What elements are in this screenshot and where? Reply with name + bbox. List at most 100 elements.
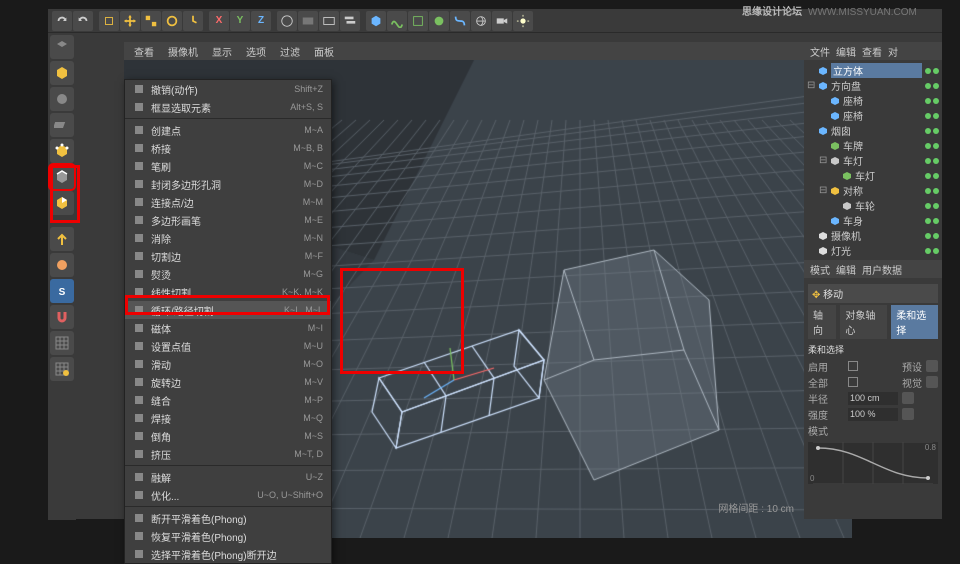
menu-item[interactable]: 消除M~N [125, 229, 331, 247]
vp-menu-options[interactable]: 选项 [246, 44, 266, 59]
rotate-tool[interactable] [162, 11, 182, 31]
field-input[interactable] [848, 408, 898, 421]
spline-primitive[interactable] [387, 11, 407, 31]
menu-item[interactable]: 封闭多边形孔洞M~D [125, 175, 331, 193]
tab-file[interactable]: 文件 [810, 44, 830, 59]
menu-item[interactable]: 连接点/边M~M [125, 193, 331, 211]
model-mode[interactable] [50, 61, 74, 85]
attr-tab-user[interactable]: 用户数据 [862, 262, 902, 277]
menu-item[interactable]: 融解U~Z [125, 468, 331, 486]
y-lock[interactable]: Y [230, 11, 250, 31]
menu-item[interactable]: 旋转边M~V [125, 373, 331, 391]
cube-primitive[interactable] [366, 11, 386, 31]
recent-tool[interactable] [183, 11, 203, 31]
undo-button[interactable] [52, 11, 72, 31]
environment[interactable] [471, 11, 491, 31]
tree-row[interactable]: ⊟车灯 [807, 153, 939, 168]
menu-item[interactable]: 熨烫M~G [125, 265, 331, 283]
camera[interactable] [492, 11, 512, 31]
tree-row[interactable]: 车牌 [807, 138, 939, 153]
menu-item[interactable]: 设置点值M~U [125, 337, 331, 355]
vp-menu-view[interactable]: 查看 [134, 44, 154, 59]
generator[interactable] [408, 11, 428, 31]
menu-item[interactable]: 恢复平滑着色(Phong) [125, 527, 331, 545]
vp-menu-display[interactable]: 显示 [212, 44, 232, 59]
generator2[interactable] [429, 11, 449, 31]
menu-item[interactable]: 焊接M~Q [125, 409, 331, 427]
field-stepper[interactable] [902, 392, 914, 404]
menu-item[interactable]: 桥接M~B, B [125, 139, 331, 157]
tree-row[interactable]: 烟囱 [807, 123, 939, 138]
menu-item[interactable]: 多边形画笔M~E [125, 211, 331, 229]
field-checkbox[interactable] [848, 377, 858, 387]
z-lock[interactable]: Z [251, 11, 271, 31]
edge-mode[interactable] [50, 165, 74, 189]
menu-item[interactable]: 线性切割K~K, M~K [125, 283, 331, 301]
tab-obj[interactable]: 对 [888, 44, 898, 59]
tab-edit[interactable]: 编辑 [836, 44, 856, 59]
vp-menu-panel[interactable]: 面板 [314, 44, 334, 59]
tree-row[interactable]: 车轮 [807, 198, 939, 213]
tree-row[interactable]: 座椅 [807, 93, 939, 108]
vp-menu-cameras[interactable]: 摄像机 [168, 44, 198, 59]
menu-item[interactable]: 选择平滑着色(Phong)断开边 [125, 545, 331, 563]
field-checkbox[interactable] [848, 361, 858, 371]
menu-item[interactable]: 创建点M~A [125, 121, 331, 139]
viewport-solo[interactable] [50, 253, 74, 277]
render-view[interactable] [298, 11, 318, 31]
redo-button[interactable] [73, 11, 93, 31]
menu-item[interactable]: 切割边M~F [125, 247, 331, 265]
vp-menu-filter[interactable]: 过滤 [280, 44, 300, 59]
axis-toggle[interactable] [50, 227, 74, 251]
menu-item[interactable]: 磁体M~I [125, 319, 331, 337]
tree-row[interactable]: 摄像机 [807, 228, 939, 243]
subtab-soft[interactable]: 柔和选择 [891, 305, 938, 339]
subtab-axis[interactable]: 轴向 [808, 305, 836, 339]
field-input[interactable] [848, 392, 898, 405]
world-axis[interactable] [277, 11, 297, 31]
subtab-center[interactable]: 对象轴心 [840, 305, 887, 339]
scene-tree[interactable]: 立方体⊟方向盘座椅座椅烟囱车牌⊟车灯车灯⊟对称车轮车身摄像机灯光背景天空平面 [804, 60, 942, 260]
menu-item[interactable]: 断开平滑着色(Phong) [125, 509, 331, 527]
falloff-curve[interactable]: 0 0.8 [808, 442, 938, 484]
polygon-mode[interactable] [50, 191, 74, 215]
point-mode[interactable] [50, 139, 74, 163]
deformer[interactable] [450, 11, 470, 31]
tree-row[interactable]: 灯光 [807, 243, 939, 258]
light[interactable] [513, 11, 533, 31]
snap-toggle[interactable]: S [50, 279, 74, 303]
tree-row[interactable]: ⊟方向盘 [807, 78, 939, 93]
x-lock[interactable]: X [209, 11, 229, 31]
make-editable[interactable] [50, 35, 74, 59]
tree-row[interactable]: 车灯 [807, 168, 939, 183]
menu-item[interactable]: 循环/路径切割K~L, M~L [125, 301, 331, 319]
tab-view[interactable]: 查看 [862, 44, 882, 59]
menu-item[interactable]: 优化...U~O, U~Shift+O [125, 486, 331, 504]
field-dropdown[interactable] [926, 360, 938, 372]
tree-row[interactable]: 立方体 [807, 63, 939, 78]
context-menu[interactable]: 撤销(动作)Shift+Z框显选取元素Alt+S, S 创建点M~A桥接M~B, … [124, 79, 332, 564]
texture-mode[interactable] [50, 87, 74, 111]
move-tool[interactable] [120, 11, 140, 31]
workplane-snap[interactable] [50, 331, 74, 355]
menu-item[interactable]: 笔刷M~C [125, 157, 331, 175]
lock-snap[interactable] [50, 357, 74, 381]
workplane-mode[interactable] [50, 113, 74, 137]
menu-item[interactable]: 框显选取元素Alt+S, S [125, 98, 331, 116]
magnet-snap[interactable] [50, 305, 74, 329]
tree-row[interactable]: 车身 [807, 213, 939, 228]
menu-item[interactable]: 缝合M~P [125, 391, 331, 409]
menu-item[interactable]: 挤压M~T, D [125, 445, 331, 463]
render-settings[interactable] [319, 11, 339, 31]
menu-item[interactable]: 撤销(动作)Shift+Z [125, 80, 331, 98]
scale-tool[interactable] [141, 11, 161, 31]
menu-item[interactable]: 倒角M~S [125, 427, 331, 445]
select-tool[interactable] [99, 11, 119, 31]
tree-row[interactable]: 座椅 [807, 108, 939, 123]
field-stepper[interactable] [902, 408, 914, 420]
menu-item[interactable]: 滑动M~O [125, 355, 331, 373]
attr-tab-edit[interactable]: 编辑 [836, 262, 856, 277]
tree-row[interactable]: ⊟对称 [807, 183, 939, 198]
render-queue[interactable] [340, 11, 360, 31]
attr-tab-mode[interactable]: 模式 [810, 262, 830, 277]
